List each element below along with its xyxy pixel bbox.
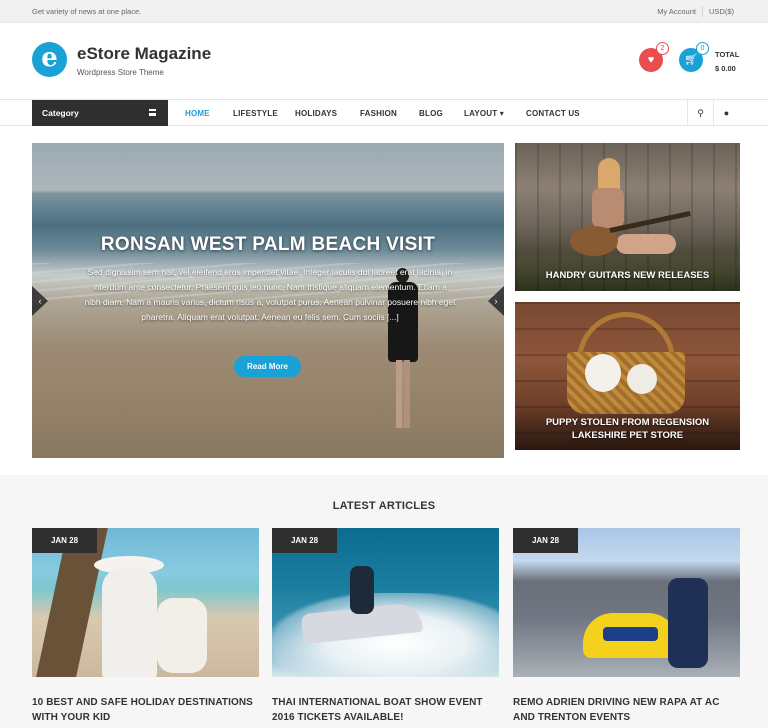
hero-slider[interactable]: ‹ › RONSAN WEST PALM BEACH VISIT Sed dig… [32, 143, 504, 458]
category-label: Category [42, 108, 79, 118]
wishlist-count-badge: 2 [656, 42, 669, 55]
latest-articles-section: LATEST ARTICLES JAN 28 10 BEST AND SAFE … [0, 475, 768, 728]
divider [701, 6, 703, 17]
cart-count-badge: 0 [696, 42, 709, 55]
article-title[interactable]: REMO ADRIEN DRIVING NEW RAPA AT AC AND T… [513, 695, 740, 725]
section-heading: LATEST ARTICLES [332, 500, 436, 512]
my-account-link[interactable]: My Account [657, 7, 696, 17]
top-bar: Get variety of news at one place. My Acc… [0, 0, 768, 23]
category-menu-button[interactable]: Category [32, 100, 168, 126]
side-post-puppy[interactable]: PUPPY STOLEN FROM REGENSION LAKESHIRE PE… [515, 302, 740, 450]
logo-icon[interactable]: e [32, 42, 67, 77]
nav-item-holidays[interactable]: HOLIDAYS [295, 109, 337, 118]
nav-item-fashion[interactable]: FASHION [360, 109, 397, 118]
top-bar-links: My Account USD($) [657, 6, 734, 17]
nav-item-layout[interactable]: LAYOUT ▾ [464, 109, 504, 118]
date-badge: JAN 28 [513, 528, 578, 553]
article-card[interactable]: JAN 28 THAI INTERNATIONAL BOAT SHOW EVEN… [272, 528, 499, 725]
puppy-image [627, 364, 657, 394]
girl-torso [592, 188, 624, 228]
hamburger-icon [149, 109, 156, 116]
read-more-button[interactable]: Read More [234, 356, 301, 377]
wicker-basket [567, 352, 685, 414]
main-navigation: Category HOME LIFESTYLE HOLIDAYS FASHION… [0, 99, 768, 126]
jet-ski-rider [350, 566, 374, 614]
chevron-down-icon: ▾ [499, 109, 505, 118]
date-badge: JAN 28 [32, 528, 97, 553]
nav-item-contact[interactable]: CONTACT US [526, 109, 580, 118]
article-card[interactable]: JAN 28 10 BEST AND SAFE HOLIDAY DESTINAT… [32, 528, 259, 725]
date-badge: JAN 28 [272, 528, 337, 553]
cart-total-label: TOTAL [715, 50, 740, 59]
article-image[interactable]: JAN 28 [32, 528, 259, 677]
article-title[interactable]: THAI INTERNATIONAL BOAT SHOW EVENT 2016 … [272, 695, 499, 725]
pit-crew [668, 578, 708, 668]
girl-hair [598, 158, 620, 192]
race-car [583, 613, 678, 658]
nav-item-home[interactable]: HOME [185, 109, 210, 118]
site-header: e eStore Magazine Wordpress Store Theme … [0, 23, 768, 99]
side-post-guitars[interactable]: HANDRY GUITARS NEW RELEASES [515, 143, 740, 291]
user-icon[interactable]: ● [713, 100, 739, 126]
nav-item-layout-label: LAYOUT [464, 109, 498, 118]
baby-figure [157, 598, 207, 673]
tagline: Get variety of news at one place. [32, 7, 142, 16]
side-post-title[interactable]: PUPPY STOLEN FROM REGENSION LAKESHIRE PE… [515, 406, 740, 450]
nav-item-blog[interactable]: BLOG [419, 109, 443, 118]
article-image[interactable]: JAN 28 [513, 528, 740, 677]
search-icon[interactable]: ⚲ [687, 100, 713, 126]
guitar-girl-image [570, 158, 691, 268]
girl-legs [616, 234, 676, 254]
article-card[interactable]: JAN 28 REMO ADRIEN DRIVING NEW RAPA AT A… [513, 528, 740, 725]
article-title[interactable]: 10 BEST AND SAFE HOLIDAY DESTINATIONS WI… [32, 695, 259, 725]
slide-excerpt: Sed dignissim sem nisl, vel eleifend ero… [84, 267, 456, 322]
puppy-image [585, 354, 621, 392]
side-post-title[interactable]: HANDRY GUITARS NEW RELEASES [515, 257, 740, 291]
site-description: Wordpress Store Theme [77, 68, 164, 77]
cart-total-value: $ 0.00 [715, 64, 736, 73]
currency-selector[interactable]: USD($) [709, 7, 734, 17]
nav-item-lifestyle[interactable]: LIFESTYLE [233, 109, 278, 118]
slide-title[interactable]: RONSAN WEST PALM BEACH VISIT [32, 234, 504, 256]
article-image[interactable]: JAN 28 [272, 528, 499, 677]
site-title[interactable]: eStore Magazine [77, 44, 211, 64]
mother-figure [102, 568, 157, 677]
